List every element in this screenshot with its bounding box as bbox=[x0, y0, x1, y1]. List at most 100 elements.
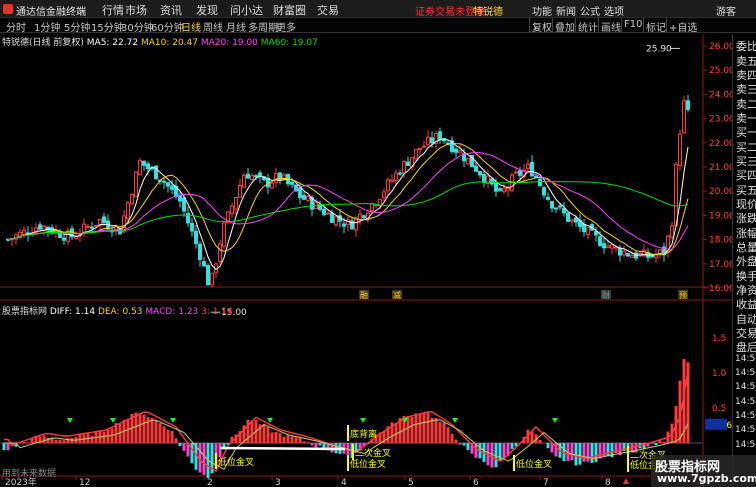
candle-body bbox=[422, 145, 426, 148]
quote-row-label: 涨跌 bbox=[736, 212, 756, 225]
sell-arrow-icon bbox=[452, 418, 458, 423]
ma10-value: MA10: 20.47 bbox=[140, 38, 198, 48]
candle-body bbox=[518, 170, 522, 176]
candle-body bbox=[418, 147, 422, 150]
quote-row-label: 14:50 bbox=[735, 440, 756, 450]
macd-bar bbox=[654, 443, 658, 446]
chart-area[interactable]: 26.00 25.00 24.00 23.00 22.00 21.00 20.00 19.00… bbox=[0, 0, 732, 487]
sell-arrow-icon bbox=[67, 418, 73, 423]
macd-bar bbox=[270, 432, 274, 444]
candle-body bbox=[610, 244, 614, 249]
candle-body bbox=[362, 215, 366, 218]
sell-arrow-icon bbox=[110, 418, 116, 423]
low-cross-signal: 低位金叉 bbox=[516, 458, 552, 470]
candle-body bbox=[386, 179, 390, 192]
candle-body bbox=[146, 163, 150, 170]
macd-bar bbox=[170, 430, 174, 444]
macd-bar bbox=[426, 412, 430, 444]
quote-row-label: 外盘 bbox=[736, 255, 756, 268]
candle-body bbox=[90, 226, 94, 229]
divergence-line bbox=[219, 446, 346, 451]
macd-bar bbox=[26, 442, 30, 444]
low-cross-signal: 低位金叉 bbox=[350, 458, 386, 470]
candle-body bbox=[494, 181, 498, 192]
candle-body bbox=[22, 229, 26, 235]
macd-bar bbox=[430, 418, 434, 444]
macd-bar bbox=[166, 429, 170, 444]
event-marker-label: 减 bbox=[393, 290, 401, 300]
candle-body bbox=[170, 185, 174, 190]
macd-bar bbox=[294, 437, 298, 444]
candle-body bbox=[490, 178, 494, 185]
macd-bar bbox=[454, 439, 458, 444]
candle-body bbox=[526, 163, 530, 170]
candle-body bbox=[130, 194, 134, 205]
price-axis-label: 16.00 bbox=[709, 284, 732, 294]
stock-period-label: 特锐德(日线 前复权) bbox=[2, 38, 84, 48]
macd-bar bbox=[246, 419, 250, 444]
watermark-url: www.7gpzb.com bbox=[657, 472, 756, 485]
macd-bar bbox=[590, 443, 594, 463]
candle-body bbox=[38, 224, 42, 230]
time-axis-label: 2 bbox=[207, 478, 213, 487]
candle-body bbox=[398, 172, 402, 175]
extra-value: 3: 1.14 bbox=[201, 307, 233, 317]
candle-body bbox=[602, 243, 606, 249]
future-data-note: 用到未来数据 bbox=[2, 469, 57, 479]
macd-bar bbox=[418, 414, 422, 444]
macd-bar bbox=[298, 437, 302, 444]
candle-body bbox=[66, 230, 70, 242]
macd-bar bbox=[70, 437, 74, 444]
indicator-name[interactable]: 股票指标网 bbox=[2, 307, 47, 317]
macd-bar bbox=[310, 443, 314, 446]
candle-body bbox=[658, 249, 662, 254]
quote-row-label: 14:50 bbox=[735, 411, 756, 421]
candle-body bbox=[454, 148, 458, 153]
macd-bar bbox=[434, 418, 438, 444]
candle-body bbox=[670, 225, 674, 238]
site-watermark: 股票指标网 www.7gpzb.com bbox=[651, 455, 756, 487]
candle-body bbox=[306, 196, 310, 201]
candle-body bbox=[438, 131, 442, 141]
macd-bar bbox=[606, 443, 610, 457]
candle-body bbox=[382, 191, 386, 198]
macd-bar bbox=[102, 431, 106, 444]
second-cross-signal: 二次金叉 bbox=[355, 447, 391, 459]
candle-body bbox=[394, 172, 398, 181]
candle-body bbox=[242, 175, 246, 188]
candle-body bbox=[466, 157, 470, 165]
low-cross-signal: 低位金叉 bbox=[218, 456, 254, 468]
macd-bar bbox=[162, 426, 166, 444]
candle-body bbox=[538, 178, 542, 187]
candle-body bbox=[622, 250, 626, 256]
price-axis-label: 22.00 bbox=[709, 139, 732, 149]
macd-bar bbox=[586, 443, 590, 462]
candle-body bbox=[126, 202, 130, 220]
candle-body bbox=[194, 230, 198, 244]
time-axis-label: 12 bbox=[79, 478, 90, 487]
time-axis-label: 8 bbox=[605, 478, 611, 487]
time-axis-label: 6 bbox=[473, 478, 479, 487]
candle-body bbox=[458, 150, 462, 154]
candle-body bbox=[74, 236, 78, 239]
candle-body bbox=[62, 237, 66, 241]
high-price-label: 25.90 bbox=[646, 44, 672, 54]
candle-body bbox=[586, 227, 590, 236]
macd-bar bbox=[202, 443, 206, 475]
macd-bar bbox=[462, 443, 466, 446]
candle-body bbox=[482, 173, 486, 183]
price-axis-label: 23.00 bbox=[709, 115, 732, 125]
sell-arrow-icon bbox=[360, 418, 366, 423]
candle-body bbox=[218, 243, 222, 263]
quote-row-label: 14:50 bbox=[735, 397, 756, 407]
quote-row-label: 14:50 bbox=[735, 382, 756, 392]
candle-body bbox=[82, 223, 86, 233]
macd-bar bbox=[582, 443, 586, 462]
macd-bar bbox=[58, 439, 62, 444]
macd-bar bbox=[6, 443, 10, 451]
macd-bar bbox=[2, 443, 6, 451]
macd-bar bbox=[118, 423, 122, 444]
candle-body bbox=[206, 265, 210, 286]
macd-bar bbox=[282, 436, 286, 444]
macd-bar bbox=[174, 438, 178, 444]
